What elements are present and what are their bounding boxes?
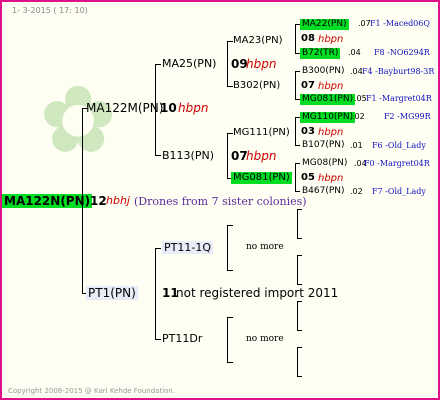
connector (297, 255, 298, 285)
pt11dr-name[interactable]: PT11Dr (162, 333, 202, 344)
g4-rel: F6 -Old_Lady (372, 141, 426, 150)
connector (155, 155, 161, 156)
g4-num: .04 (348, 48, 361, 57)
mg111-gen: 03 (301, 126, 315, 137)
g4-rel: F1 -Margret04R (366, 94, 432, 103)
mg081-tag: hbpn (318, 173, 344, 184)
b302-name[interactable]: B302(PN) (233, 81, 280, 91)
connector (297, 347, 302, 348)
sire-gen: 10 (160, 101, 177, 115)
g4-name[interactable]: B467(PN) (302, 187, 345, 196)
connector (295, 71, 296, 100)
g4-name[interactable]: MG08(PN) (302, 159, 347, 168)
mg111-main-tag: hbpn (246, 149, 277, 163)
g4-num: .01 (350, 141, 363, 150)
ma25-name[interactable]: MA25(PN) (162, 58, 216, 69)
g4-name[interactable]: MA22(PN) (300, 19, 349, 30)
mg081-name[interactable]: MG081(PN) (231, 172, 292, 184)
sire-tag: hbpn (178, 101, 209, 115)
g4-num: .05 (354, 94, 367, 103)
g4-rel: F7 -Old_Lady (372, 187, 426, 196)
connector (297, 301, 302, 302)
ma23-gen: 08 (301, 33, 315, 44)
connector (297, 330, 302, 331)
connector (227, 41, 228, 87)
g4-rel: F4 -Bayburt98-3R (362, 67, 435, 76)
date-header: 1- 3-2015 ( 17: 10) (12, 6, 88, 15)
connector (295, 71, 300, 72)
g4-name[interactable]: B300(PN) (302, 67, 345, 76)
root-note: (Drones from 7 sister colonies) (134, 195, 307, 208)
g4-num: .07 (358, 19, 371, 28)
connector (295, 145, 300, 146)
pedigree-frame: ✿ 1- 3-2015 ( 17: 10) MA122N(PN) 12 hbhj… (0, 0, 440, 400)
connector (227, 317, 233, 318)
g4-rel: F8 -NO6294R (374, 48, 430, 57)
pt11q-name[interactable]: PT11-1Q (162, 241, 213, 254)
pt11q-no-more: no more (246, 242, 284, 252)
mg111-tag: hbpn (318, 127, 344, 138)
connector (295, 24, 296, 54)
g4-name[interactable]: B72(TR) (300, 48, 341, 59)
g4-num: .02 (350, 187, 363, 196)
b302-tag: hbpn (318, 81, 344, 92)
connector (297, 255, 302, 256)
connector (227, 225, 233, 226)
pt11dr-no-more: no more (246, 334, 284, 344)
connector (295, 163, 296, 192)
g4-num: .04 (350, 67, 363, 76)
connector (155, 64, 156, 156)
copyright-footer: Copyright 2008-2015 @ Karl Kehde Foundat… (8, 387, 176, 395)
connector (227, 270, 233, 271)
connector (297, 347, 298, 377)
sire-name[interactable]: MA122M(PN) (86, 102, 163, 114)
g4-num: .02 (352, 112, 365, 121)
connector (295, 191, 300, 192)
connector (227, 362, 233, 363)
ma23-name[interactable]: MA23(PN) (233, 36, 283, 46)
ma23-tag: hbpn (318, 34, 344, 45)
connector (227, 133, 228, 179)
ma25-tag: hbpn (246, 57, 277, 71)
b113-name[interactable]: B113(PN) (162, 150, 214, 161)
connector (297, 209, 298, 239)
dam-name[interactable]: PT1(PN) (86, 286, 138, 300)
b302-gen: 07 (301, 80, 315, 91)
connector (155, 248, 161, 249)
g4-name[interactable]: MG081(PN) (300, 94, 356, 105)
connector (227, 317, 228, 363)
connector (227, 225, 228, 271)
connector (295, 117, 296, 146)
mg081-gen: 05 (301, 172, 315, 183)
connector (82, 108, 83, 294)
mg111-name[interactable]: MG111(PN) (233, 128, 290, 138)
connector (297, 238, 302, 239)
connector (297, 209, 302, 210)
g4-name[interactable]: B107(PN) (302, 141, 345, 150)
g4-name[interactable]: MG110(PN) (300, 112, 356, 123)
root-gen: 12 (90, 194, 107, 208)
connector (297, 284, 302, 285)
connector (295, 163, 300, 164)
connector (155, 248, 156, 340)
g4-rel: F1 -Maced06Q (370, 19, 430, 28)
g4-rel: F0 -Margret04R (364, 159, 430, 168)
connector (297, 301, 298, 331)
g4-rel: F2 -MG99R (384, 112, 431, 121)
connector (297, 376, 302, 377)
dam-note: not registered import 2011 (176, 286, 339, 300)
connector (155, 339, 161, 340)
connector (155, 64, 161, 65)
root-tag: hbhj (106, 194, 130, 207)
root-queen[interactable]: MA122N(PN) (2, 194, 93, 208)
